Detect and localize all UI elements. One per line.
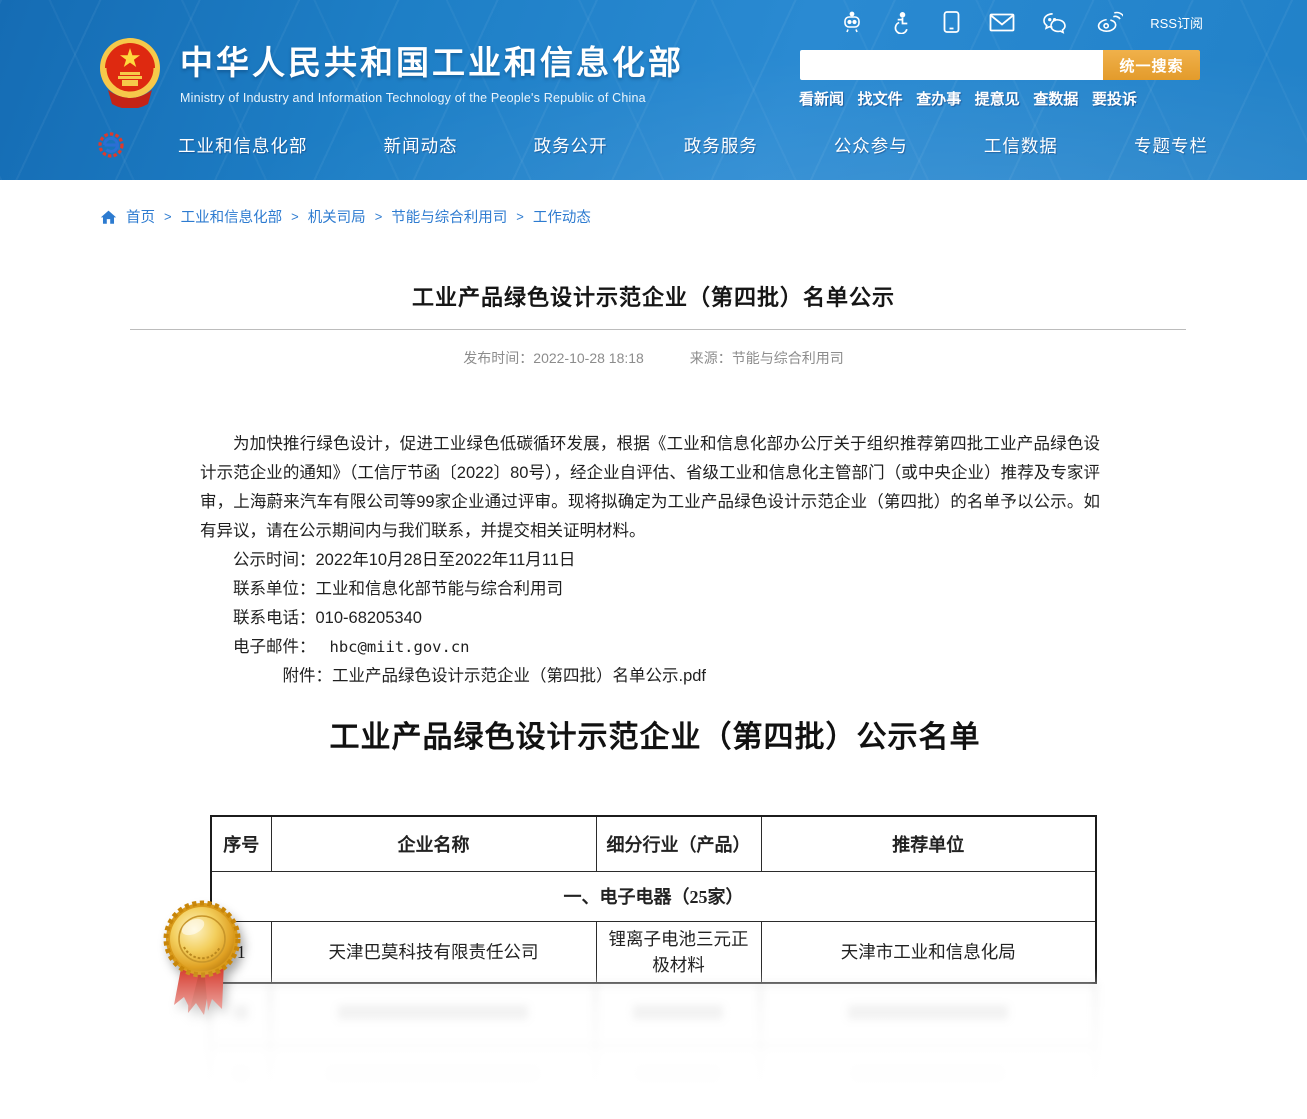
breadcrumb-miit[interactable]: 工业和信息化部 bbox=[181, 206, 283, 227]
attachment-line: 附件：工业产品绿色设计示范企业（第四批）名单公示.pdf bbox=[200, 662, 1100, 691]
breadcrumb-departments[interactable]: 机关司局 bbox=[308, 206, 366, 227]
quick-link-complaint[interactable]: 要投诉 bbox=[1092, 88, 1137, 109]
breadcrumb: 首页 > 工业和信息化部 > 机关司局 > 节能与综合利用司 > 工作动态 bbox=[100, 206, 591, 227]
miit-e-logo-icon bbox=[96, 130, 126, 160]
gold-medal-ribbon-icon bbox=[160, 897, 246, 1023]
rss-subscribe-link[interactable]: RSS订阅 bbox=[1150, 13, 1203, 32]
blur-placeholder bbox=[234, 1068, 248, 1082]
accessibility-icon[interactable] bbox=[891, 11, 914, 34]
unified-search: 统一搜索 bbox=[800, 50, 1200, 80]
quick-link-services[interactable]: 查办事 bbox=[916, 88, 961, 109]
publish-time: 发布时间：2022-10-28 18:18 bbox=[463, 350, 644, 366]
search-input[interactable] bbox=[800, 50, 1103, 80]
blur-placeholder bbox=[338, 1006, 528, 1020]
enterprise-list-table: 序号 企业名称 细分行业（产品） 推荐单位 一、电子电器（25家） 1 天津巴莫… bbox=[210, 815, 1097, 984]
article-body: 为加快推行绿色设计，促进工业绿色低碳循环发展，根据《工业和信息化部办公厅关于组织… bbox=[200, 430, 1100, 691]
wechat-icon[interactable] bbox=[1042, 11, 1069, 34]
mobile-version-icon[interactable] bbox=[941, 10, 962, 34]
mail-icon[interactable] bbox=[989, 12, 1015, 33]
quick-link-documents[interactable]: 找文件 bbox=[858, 88, 903, 109]
blurred-table bbox=[210, 984, 1096, 1109]
nav-item-public[interactable]: 公众参与 bbox=[834, 133, 908, 158]
home-icon[interactable] bbox=[100, 209, 117, 225]
title-divider bbox=[130, 329, 1186, 330]
breadcrumb-home[interactable]: 首页 bbox=[126, 206, 155, 227]
breadcrumb-energy-dept[interactable]: 节能与综合利用司 bbox=[391, 206, 507, 227]
blur-placeholder bbox=[328, 1068, 538, 1082]
quick-links-bar: 看新闻 找文件 查办事 提意见 查数据 要投诉 bbox=[799, 88, 1137, 109]
site-header: RSS订阅 中华人民共和国工业和信息化部 Ministry of Industr… bbox=[0, 0, 1307, 180]
nav-item-miit[interactable]: 工业和信息化部 bbox=[178, 133, 308, 158]
utility-icon-bar: RSS订阅 bbox=[840, 8, 1203, 36]
miit-webpage: RSS订阅 中华人民共和国工业和信息化部 Ministry of Industr… bbox=[0, 0, 1307, 1119]
site-brand: 中华人民共和国工业和信息化部 Ministry of Industry and … bbox=[98, 36, 684, 108]
breadcrumb-work-news[interactable]: 工作动态 bbox=[533, 206, 591, 227]
column-header-recommender: 推荐单位 bbox=[761, 816, 1096, 871]
blur-placeholder bbox=[848, 1006, 1008, 1020]
breadcrumb-separator: > bbox=[164, 209, 172, 224]
nav-items: 工业和信息化部 新闻动态 政务公开 政务服务 公众参与 工信数据 专题专栏 bbox=[178, 133, 1214, 158]
cell-recommender: 天津市工业和信息化局 bbox=[761, 921, 1096, 983]
nav-item-data[interactable]: 工信数据 bbox=[984, 133, 1058, 158]
blur-placeholder bbox=[638, 1068, 718, 1082]
breadcrumb-separator: > bbox=[375, 209, 383, 224]
nav-item-gov-open[interactable]: 政务公开 bbox=[534, 133, 608, 158]
breadcrumb-separator: > bbox=[291, 209, 299, 224]
weibo-icon[interactable] bbox=[1096, 11, 1123, 34]
article-meta: 发布时间：2022-10-28 18:18 来源：节能与综合利用司 bbox=[0, 348, 1307, 368]
site-subtitle-english: Ministry of Industry and Information Tec… bbox=[180, 91, 684, 105]
section-label: 一、电子电器（25家） bbox=[211, 871, 1096, 921]
quick-link-feedback[interactable]: 提意见 bbox=[975, 88, 1020, 109]
attachment-label: 附件： bbox=[283, 667, 333, 685]
email-line: 电子邮件： hbc@miit.gov.cn bbox=[200, 633, 1100, 662]
breadcrumb-separator: > bbox=[516, 209, 524, 224]
blurred-table-rows bbox=[210, 984, 1095, 1119]
email-label: 电子邮件： bbox=[233, 638, 316, 656]
blurred-row bbox=[211, 985, 1096, 1047]
contact-unit-line: 联系单位：工业和信息化部节能与综合利用司 bbox=[200, 575, 1100, 604]
search-button[interactable]: 统一搜索 bbox=[1103, 50, 1200, 80]
contact-phone-line: 联系电话：010-68205340 bbox=[200, 604, 1100, 633]
blur-placeholder bbox=[853, 1068, 1003, 1082]
site-title: 中华人民共和国工业和信息化部 bbox=[180, 36, 684, 84]
blurred-row bbox=[211, 1047, 1096, 1109]
blur-placeholder bbox=[633, 1006, 723, 1020]
table-header-row: 序号 企业名称 细分行业（产品） 推荐单位 bbox=[211, 816, 1096, 871]
brand-text: 中华人民共和国工业和信息化部 Ministry of Industry and … bbox=[180, 36, 684, 105]
quick-link-data[interactable]: 查数据 bbox=[1033, 88, 1078, 109]
nav-item-special[interactable]: 专题专栏 bbox=[1134, 133, 1208, 158]
column-header-industry: 细分行业（产品） bbox=[596, 816, 761, 871]
cell-company: 天津巴莫科技有限责任公司 bbox=[271, 921, 596, 983]
column-header-company: 企业名称 bbox=[271, 816, 596, 871]
article-source: 来源：节能与综合利用司 bbox=[690, 350, 844, 366]
attachment-pdf-link[interactable]: 工业产品绿色设计示范企业（第四批）名单公示.pdf bbox=[332, 667, 706, 685]
smart-assistant-robot-icon[interactable] bbox=[840, 10, 864, 34]
nav-item-news[interactable]: 新闻动态 bbox=[384, 133, 458, 158]
cell-industry: 锂离子电池三元正极材料 bbox=[596, 921, 761, 983]
article-paragraph: 为加快推行绿色设计，促进工业绿色低碳循环发展，根据《工业和信息化部办公厅关于组织… bbox=[200, 430, 1100, 546]
email-address: hbc@miit.gov.cn bbox=[330, 638, 470, 656]
nav-item-gov-service[interactable]: 政务服务 bbox=[684, 133, 758, 158]
publicity-period-line: 公示时间：2022年10月28日至2022年11月11日 bbox=[200, 546, 1100, 575]
quick-link-news[interactable]: 看新闻 bbox=[799, 88, 844, 109]
national-emblem-logo bbox=[98, 36, 162, 108]
document-title: 工业产品绿色设计示范企业（第四批）公示名单 bbox=[155, 712, 1155, 756]
article-title: 工业产品绿色设计示范企业（第四批）名单公示 bbox=[0, 280, 1307, 312]
section-row: 一、电子电器（25家） bbox=[211, 871, 1096, 921]
table-row: 1 天津巴莫科技有限责任公司 锂离子电池三元正极材料 天津市工业和信息化局 bbox=[211, 921, 1096, 983]
main-navigation: 工业和信息化部 新闻动态 政务公开 政务服务 公众参与 工信数据 专题专栏 bbox=[96, 127, 1214, 163]
column-header-no: 序号 bbox=[211, 816, 271, 871]
